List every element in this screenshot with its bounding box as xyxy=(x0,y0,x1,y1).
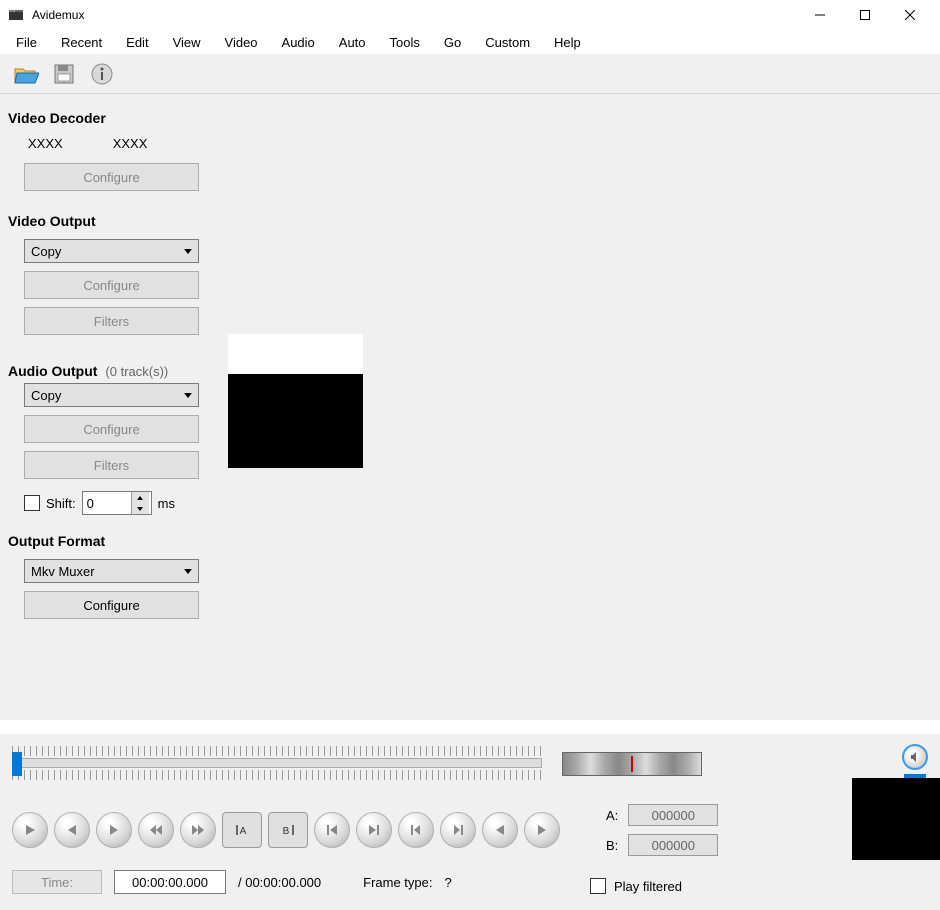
floppy-disk-icon xyxy=(52,62,76,86)
menu-audio[interactable]: Audio xyxy=(272,33,325,52)
bottom-panel: A B A: 000000 B: 000000 Time: 00:00:00.0… xyxy=(0,734,940,910)
frame-type-label: Frame type: xyxy=(363,875,432,890)
a-value-box: 000000 xyxy=(628,804,718,826)
a-value: 000000 xyxy=(652,808,695,823)
video-output-select[interactable]: Copy xyxy=(24,239,199,263)
shift-spinner[interactable] xyxy=(82,491,152,515)
time-current-input[interactable]: 00:00:00.000 xyxy=(114,870,226,894)
shift-input[interactable] xyxy=(83,496,131,511)
back-60-button[interactable] xyxy=(482,812,518,848)
menu-help[interactable]: Help xyxy=(544,33,591,52)
shift-unit: ms xyxy=(158,496,175,511)
folder-open-icon xyxy=(13,63,39,85)
goto-end-button[interactable] xyxy=(356,812,392,848)
a-label: A: xyxy=(606,808,618,823)
preview-top xyxy=(228,334,363,374)
close-button[interactable] xyxy=(887,0,932,30)
menu-auto[interactable]: Auto xyxy=(329,33,376,52)
timeline-ticks-top xyxy=(12,746,542,756)
audio-output-select[interactable]: Copy xyxy=(24,383,199,407)
shift-down-button[interactable] xyxy=(132,503,149,514)
jog-wheel[interactable] xyxy=(562,752,702,776)
timeline-track[interactable] xyxy=(12,758,542,768)
menu-bar: File Recent Edit View Video Audio Auto T… xyxy=(0,30,940,54)
save-button[interactable] xyxy=(48,58,80,90)
video-output-configure-button[interactable]: Configure xyxy=(24,271,199,299)
info-button[interactable] xyxy=(86,58,118,90)
shift-checkbox[interactable] xyxy=(24,495,40,511)
time-current: 00:00:00.000 xyxy=(132,875,208,890)
chevron-down-icon xyxy=(184,569,192,574)
shift-up-button[interactable] xyxy=(132,492,149,503)
svg-text:A: A xyxy=(240,826,247,837)
left-panel: Video Decoder XXXX XXXX Configure Video … xyxy=(8,104,218,627)
menu-tools[interactable]: Tools xyxy=(380,33,430,52)
video-output-title: Video Output xyxy=(8,213,218,229)
output-format-select[interactable]: Mkv Muxer xyxy=(24,559,199,583)
audio-output-value: Copy xyxy=(31,388,61,403)
frame-type-value: ? xyxy=(445,875,452,890)
volume-button[interactable] xyxy=(902,744,928,770)
decoder-val-2: XXXX xyxy=(113,136,148,151)
preview-video xyxy=(228,374,363,468)
time-label: Time: xyxy=(12,870,102,894)
svg-text:B: B xyxy=(283,826,290,837)
maximize-button[interactable] xyxy=(842,0,887,30)
menu-file[interactable]: File xyxy=(6,33,47,52)
speaker-icon xyxy=(909,751,921,763)
rewind-button[interactable] xyxy=(138,812,174,848)
set-b-button[interactable]: B xyxy=(268,812,308,848)
play-filtered-checkbox[interactable] xyxy=(590,878,606,894)
audio-output-configure-button[interactable]: Configure xyxy=(24,415,199,443)
next-button[interactable] xyxy=(96,812,132,848)
decoder-val-1: XXXX xyxy=(28,136,63,151)
audio-output-title: Audio Output xyxy=(8,363,97,379)
menu-go[interactable]: Go xyxy=(434,33,471,52)
output-format-configure-button[interactable]: Configure xyxy=(24,591,199,619)
shift-label: Shift: xyxy=(46,496,76,511)
audio-output-filters-button[interactable]: Filters xyxy=(24,451,199,479)
output-format-title: Output Format xyxy=(8,533,218,549)
chevron-down-icon xyxy=(184,393,192,398)
menu-recent[interactable]: Recent xyxy=(51,33,112,52)
b-value-box: 000000 xyxy=(628,834,718,856)
timeline-ticks-bottom xyxy=(12,770,542,780)
play-filtered-label: Play filtered xyxy=(614,879,682,894)
forward-60-button[interactable] xyxy=(524,812,560,848)
minimize-button[interactable] xyxy=(797,0,842,30)
next-keyframe-button[interactable] xyxy=(440,812,476,848)
chevron-down-icon xyxy=(184,249,192,254)
secondary-preview xyxy=(852,778,940,860)
set-a-button[interactable]: A xyxy=(222,812,262,848)
prev-keyframe-button[interactable] xyxy=(398,812,434,848)
open-button[interactable] xyxy=(10,58,42,90)
b-value: 000000 xyxy=(652,838,695,853)
timeline[interactable] xyxy=(12,746,542,782)
video-output-filters-button[interactable]: Filters xyxy=(24,307,199,335)
audio-tracks-count: (0 track(s)) xyxy=(105,364,168,379)
jog-marker xyxy=(631,756,633,772)
goto-start-button[interactable] xyxy=(314,812,350,848)
output-format-value: Mkv Muxer xyxy=(31,564,95,579)
b-label: B: xyxy=(606,838,618,853)
prev-button[interactable] xyxy=(54,812,90,848)
menu-view[interactable]: View xyxy=(163,33,211,52)
window-title: Avidemux xyxy=(32,8,797,22)
decoder-info-row: XXXX XXXX xyxy=(28,136,218,151)
toolbar xyxy=(0,54,940,94)
video-decoder-title: Video Decoder xyxy=(8,110,218,126)
forward-button[interactable] xyxy=(180,812,216,848)
menu-custom[interactable]: Custom xyxy=(475,33,540,52)
info-icon xyxy=(90,62,114,86)
preview-area xyxy=(228,334,363,627)
video-output-value: Copy xyxy=(31,244,61,259)
play-button[interactable] xyxy=(12,812,48,848)
video-decoder-configure-button[interactable]: Configure xyxy=(24,163,199,191)
menu-video[interactable]: Video xyxy=(215,33,268,52)
time-total: / 00:00:00.000 xyxy=(238,875,321,890)
timeline-thumb[interactable] xyxy=(12,752,22,776)
app-icon xyxy=(8,7,24,23)
title-bar: Avidemux xyxy=(0,0,940,30)
menu-edit[interactable]: Edit xyxy=(116,33,158,52)
